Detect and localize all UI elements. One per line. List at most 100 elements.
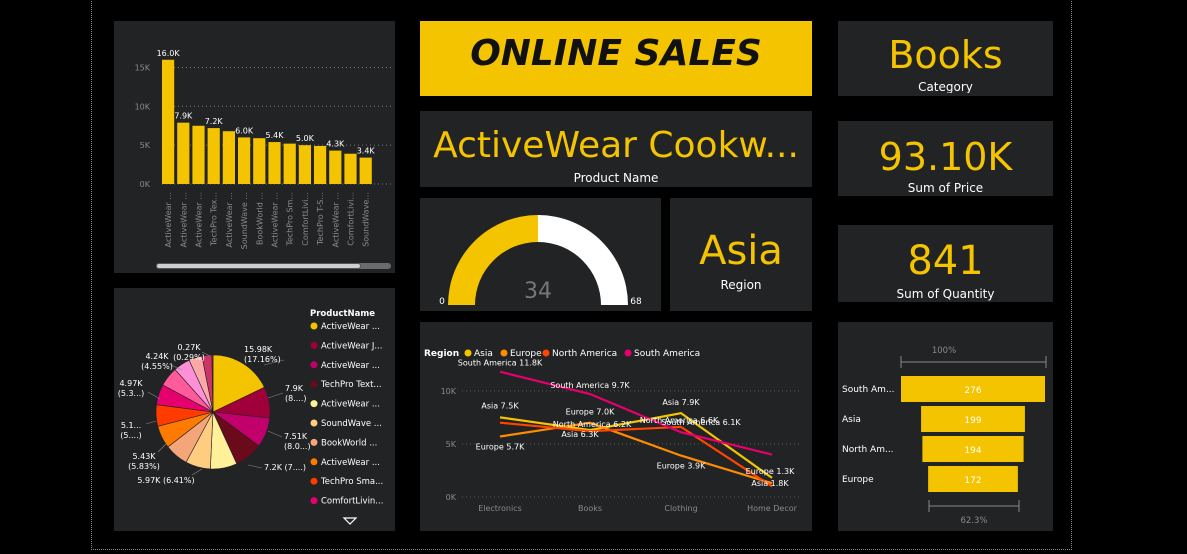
pie-label: (5.3...)	[118, 389, 145, 398]
x-tick-label: Clothing	[664, 504, 697, 513]
bar-chart-scrollbar[interactable]	[156, 263, 391, 269]
legend-item: Europe	[510, 349, 542, 359]
series-line	[499, 421, 773, 488]
data-label: Europe 3.9K	[657, 462, 706, 471]
bar	[238, 137, 251, 184]
legend-marker	[310, 400, 318, 408]
page-title: ONLINE SALES	[470, 33, 762, 74]
page-border-bottom	[91, 549, 1072, 550]
product-name-card[interactable]: ActiveWear Cookw... Product Name	[420, 111, 812, 187]
pie-label: 4.97K	[119, 379, 143, 388]
data-label: 3.4K	[357, 147, 376, 156]
legend-marker	[310, 438, 318, 446]
x-tick-label: ComfortLivi...	[347, 192, 356, 246]
data-label: 5.0K	[296, 134, 315, 143]
data-label: 6.0K	[235, 126, 254, 135]
x-tick-label: ActiveWear ...	[164, 192, 173, 247]
data-label: Asia 1.8K	[751, 479, 789, 488]
x-tick-label: SoundWave ...	[240, 192, 249, 249]
bar	[298, 145, 311, 184]
page-border-right	[1071, 0, 1072, 550]
pie-label: (17.16%)	[244, 355, 281, 364]
y-tick-label: 5K	[446, 440, 457, 449]
category-card[interactable]: Books Category	[838, 21, 1053, 96]
pie-label: 4.24K	[145, 352, 169, 361]
line-chart-panel[interactable]: 0K 5K 10K Electronics Books Clothing Home Deco…	[420, 322, 812, 531]
data-label: South America 11.8K	[458, 359, 543, 368]
x-tick-label: ActiveWear ...	[331, 192, 340, 247]
pie-label: 5.43K	[132, 452, 156, 461]
legend-item: ActiveWear ...	[321, 361, 380, 371]
price-card[interactable]: 93.10K Sum of Price	[838, 121, 1053, 196]
price-value: 93.10K	[878, 135, 1013, 179]
data-label: Europe 5.7K	[476, 442, 525, 451]
legend-item: BookWorld ...	[321, 438, 377, 448]
bar	[329, 150, 342, 184]
leader-line	[157, 443, 167, 453]
legend-title: ProductName	[310, 309, 375, 319]
funnel-value: 199	[964, 416, 981, 426]
gauge-panel[interactable]: 34 0 68	[420, 198, 661, 311]
x-tick-label: ActiveWear ...	[179, 192, 188, 247]
region-label: Region	[720, 278, 762, 292]
legend-marker	[542, 349, 550, 357]
legend-marker	[310, 497, 318, 505]
pie-label: (4.55%)	[141, 362, 173, 371]
quantity-label: Sum of Quantity	[896, 287, 995, 301]
data-label: South America 6.1K	[661, 418, 741, 427]
data-label: South America 9.7K	[550, 381, 630, 390]
pie-label: (8....)	[285, 394, 307, 403]
legend-item: ActiveWear ...	[321, 458, 380, 468]
bar	[162, 59, 175, 184]
x-tick-label: BookWorld ...	[255, 192, 264, 245]
funnel-top-label: 100%	[932, 346, 956, 356]
series-line	[499, 370, 773, 456]
pie-label: (0.29%)	[173, 353, 205, 362]
scrollbar-thumb[interactable]	[156, 263, 361, 269]
bar	[192, 125, 205, 184]
scroll-down-icon	[342, 517, 358, 525]
legend-marker	[310, 361, 318, 369]
category-label: Category	[918, 80, 973, 93]
funnel-value: 172	[964, 476, 981, 486]
pie-label: 5.97K (6.41%)	[137, 476, 194, 485]
legend-marker	[310, 458, 318, 466]
region-value: Asia	[699, 228, 783, 274]
quantity-card[interactable]: 841 Sum of Quantity	[838, 225, 1053, 302]
category-value: Books	[888, 33, 1003, 77]
y-tick-label: 15K	[135, 64, 151, 73]
bar	[253, 138, 266, 184]
legend-item: Asia	[474, 349, 493, 359]
data-label: 5.4K	[266, 131, 285, 140]
x-tick-label: TechPro Tex...	[210, 192, 219, 247]
x-tick-label: SoundWave...	[362, 192, 371, 247]
data-label: 7.2K	[205, 117, 224, 126]
legend-marker	[624, 349, 632, 357]
leader-line	[247, 464, 263, 469]
pie-label: 7.51K	[284, 432, 308, 441]
x-tick-label: Home Decor	[747, 504, 798, 513]
pie-label: 7.2K (7....)	[264, 463, 306, 472]
funnel-chart-panel[interactable]: 100% 276 South Am... 199 Asia 194 North Am... 1…	[838, 322, 1053, 531]
legend-item: TechPro Sma...	[320, 477, 383, 487]
price-label: Sum of Price	[907, 181, 984, 195]
bar	[344, 153, 357, 184]
leader-line	[267, 430, 283, 438]
pie-label: 5.1...	[121, 421, 141, 430]
gauge-value: 34	[524, 279, 552, 304]
funnel-value: 194	[964, 446, 981, 456]
page-border-left	[91, 0, 92, 550]
pie-label: 0.27K	[177, 343, 201, 352]
legend-item: North America	[552, 349, 617, 359]
legend-item: ComfortLivin...	[321, 497, 383, 507]
product-name-value: ActiveWear Cookw...	[433, 125, 799, 166]
y-tick-label: 5K	[140, 141, 151, 150]
pie-chart-panel[interactable]: 15.98K (17.16%) 7.9K (8....) 7.51K (8.0...) 7.…	[114, 288, 395, 531]
legend-marker	[310, 322, 318, 330]
data-label: Asia 6.3K	[561, 430, 599, 439]
bar-chart-panel[interactable]: 0K 5K 10K 15K ActiveWear ... ActiveWear ... Ac…	[114, 21, 395, 273]
region-card[interactable]: Asia Region	[670, 198, 812, 311]
y-tick-label: 10K	[441, 387, 457, 396]
funnel-value: 276	[964, 386, 981, 396]
legend-item: ActiveWear J...	[321, 341, 382, 351]
